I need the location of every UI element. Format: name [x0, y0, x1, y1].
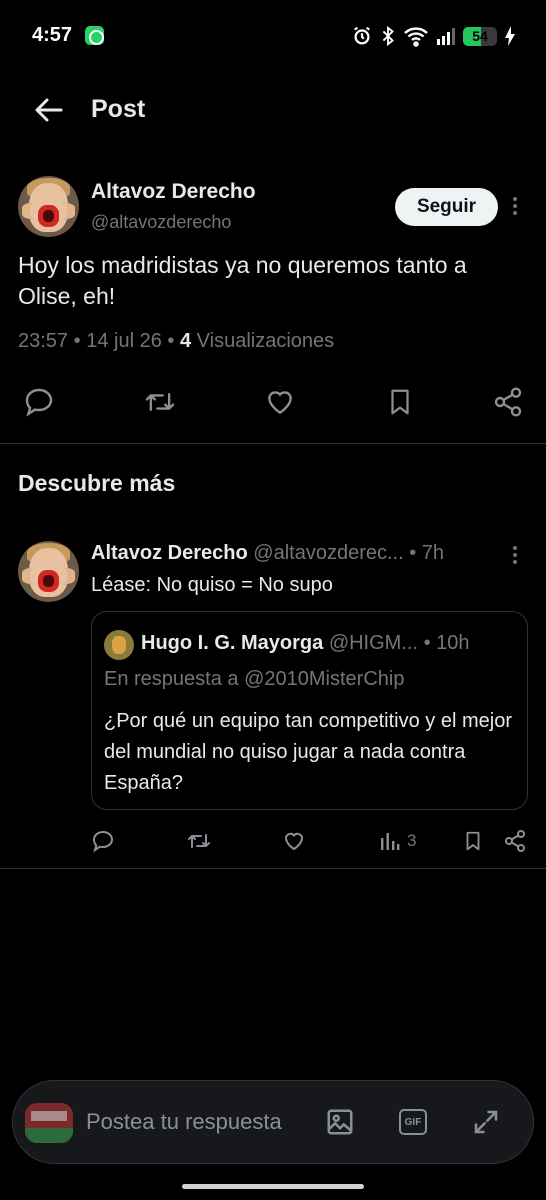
image-icon[interactable]	[323, 1105, 357, 1139]
views-label[interactable]: Visualizaciones	[197, 330, 335, 352]
like-icon[interactable]	[262, 380, 298, 424]
bluetooth-icon	[382, 25, 394, 47]
gif-label: GIF	[399, 1109, 427, 1135]
post-text: Hoy los madridistas ya no queremos tanto…	[18, 252, 467, 309]
tweet-author-handle[interactable]: @altavozderec...	[253, 542, 403, 564]
user-avatar	[25, 1103, 73, 1143]
charging-icon	[505, 26, 515, 46]
gif-icon[interactable]: GIF	[396, 1105, 430, 1139]
views-chart-icon	[381, 833, 400, 850]
author-name[interactable]: Altavoz Derecho	[91, 180, 256, 204]
quote-author-name: Hugo I. G. Mayorga	[141, 632, 324, 654]
signal-icon	[437, 28, 455, 45]
post-meta: 23:57 • 14 jul 26 • 4 Visualizaciones	[18, 330, 334, 353]
alarm-icon	[354, 26, 370, 45]
bookmark-icon[interactable]	[382, 380, 418, 424]
quote-text: ¿Por qué un equipo tan competitivo y el …	[104, 710, 512, 794]
tweet-views[interactable]: 3	[379, 826, 416, 856]
tweet-action-bar: 3	[0, 826, 546, 856]
back-arrow-icon[interactable]	[34, 95, 64, 125]
expand-icon[interactable]	[469, 1105, 503, 1139]
tweet-author-name[interactable]: Altavoz Derecho	[91, 542, 248, 564]
meta-separator: •	[167, 330, 175, 352]
quote-reply-to: En respuesta a @2010MisterChip	[104, 668, 405, 690]
views-count[interactable]: 4	[180, 330, 191, 352]
tweet-text: Léase: No quiso = No supo	[91, 574, 333, 596]
meta-separator: •	[73, 330, 81, 352]
more-options-icon[interactable]	[512, 197, 518, 219]
page-title: Post	[91, 95, 146, 123]
tweet-author-avatar[interactable]	[18, 541, 79, 602]
quote-age: 10h	[436, 632, 470, 654]
quoted-tweet[interactable]: Hugo I. G. Mayorga @HIGM... • 10h En res…	[91, 611, 528, 810]
tweet-age: 7h	[421, 542, 445, 564]
divider	[0, 443, 546, 444]
post-date: 14 jul 26	[86, 330, 162, 352]
screen: 4:57 54 Post Altavoz Derecho @altavozder…	[0, 0, 546, 1200]
post-time: 23:57	[18, 330, 69, 352]
author-avatar[interactable]	[18, 176, 79, 237]
divider	[0, 868, 546, 869]
status-icons: 54	[351, 22, 516, 50]
wifi-icon	[404, 27, 428, 47]
status-time: 4:57	[32, 24, 73, 46]
tweet-share-icon[interactable]	[503, 826, 527, 856]
tweet-like-icon[interactable]	[282, 826, 306, 856]
tweet-separator: •	[409, 542, 417, 564]
quote-author-handle: @HIGM...	[328, 632, 419, 654]
tweet-views-count: 3	[407, 831, 417, 850]
quote-author-avatar	[104, 630, 134, 660]
repost-icon[interactable]	[142, 380, 178, 424]
home-indicator[interactable]	[182, 1184, 364, 1189]
quote-header: Hugo I. G. Mayorga @HIGM... • 10h	[141, 632, 516, 655]
quote-separator: •	[423, 632, 431, 654]
reply-composer[interactable]: Postea tu respuesta GIF	[12, 1080, 534, 1164]
post-action-bar	[0, 380, 546, 424]
tweet-bookmark-icon[interactable]	[462, 826, 484, 856]
discover-title: Descubre más	[18, 470, 176, 496]
follow-button[interactable]: Seguir	[395, 188, 498, 226]
reply-input[interactable]: Postea tu respuesta	[86, 1109, 282, 1135]
reply-icon[interactable]	[21, 380, 57, 424]
battery-level: 54	[472, 27, 488, 44]
tweet-repost-icon[interactable]	[186, 826, 212, 856]
tweet-more-icon[interactable]	[512, 546, 518, 568]
battery-icon: 54	[463, 26, 497, 46]
whatsapp-icon	[85, 26, 104, 45]
tweet-header: Altavoz Derecho @altavozderec... • 7h	[91, 542, 521, 565]
tweet-reply-icon[interactable]	[91, 826, 115, 856]
author-handle[interactable]: @altavozderecho	[91, 212, 231, 233]
status-bar: 4:57 54	[0, 0, 546, 72]
share-icon[interactable]	[490, 380, 526, 424]
